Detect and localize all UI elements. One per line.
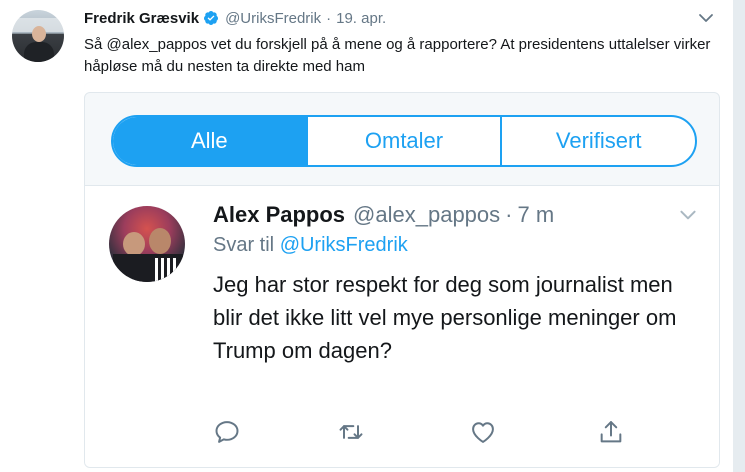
author-handle[interactable]: @UriksFredrik <box>225 10 321 27</box>
reply-to-line: Svar til @UriksFredrik <box>213 234 408 257</box>
reply-mention[interactable]: @UriksFredrik <box>280 234 408 256</box>
reply-prefix: Svar til <box>213 234 275 256</box>
share-icon[interactable] <box>597 418 625 446</box>
tweet-text: Så @alex_pappos vet du forskjell på å me… <box>84 36 711 75</box>
tab-omtaler[interactable]: Omtaler <box>305 117 501 165</box>
tweet[interactable]: Fredrik Græsvik @UriksFredrik · 19. apr.… <box>0 0 733 472</box>
reply-icon[interactable] <box>213 418 241 446</box>
action-bar <box>213 418 622 450</box>
avatar[interactable] <box>12 10 64 62</box>
embedded-author-handle[interactable]: @alex_pappos <box>353 202 500 228</box>
segmented-control: Alle Omtaler Verifisert <box>111 115 697 167</box>
verified-badge-icon <box>204 11 219 25</box>
chevron-down-icon[interactable] <box>696 8 716 28</box>
embedded-screenshot[interactable]: Alle Omtaler Verifisert Alex Pappos @ale… <box>84 92 720 468</box>
embedded-tweet-text: Jeg har stor respekt for deg som journal… <box>213 272 677 363</box>
tweet-header: Fredrik Græsvik @UriksFredrik · 19. apr. <box>84 8 386 28</box>
embedded-separator-dot: · <box>505 202 513 227</box>
tab-verifisert[interactable]: Verifisert <box>500 117 695 165</box>
heart-icon[interactable] <box>469 418 497 446</box>
retweet-icon[interactable] <box>337 418 365 446</box>
tab-alle[interactable]: Alle <box>113 117 306 165</box>
author-name[interactable]: Fredrik Græsvik <box>84 10 199 27</box>
embedded-chevron-down-icon[interactable] <box>677 204 699 226</box>
embedded-timestamp[interactable]: 7 m <box>517 202 554 228</box>
page-scroll-gutter <box>733 0 745 472</box>
embedded-author-name[interactable]: Alex Pappos <box>213 202 345 228</box>
embedded-tweet[interactable]: Alex Pappos @alex_pappos · 7 m Svar til … <box>85 185 719 467</box>
separator-dot: · <box>326 9 332 27</box>
embedded-tweet-header: Alex Pappos @alex_pappos · 7 m <box>213 200 554 230</box>
timestamp[interactable]: 19. apr. <box>336 10 386 27</box>
embedded-avatar[interactable] <box>109 206 185 282</box>
